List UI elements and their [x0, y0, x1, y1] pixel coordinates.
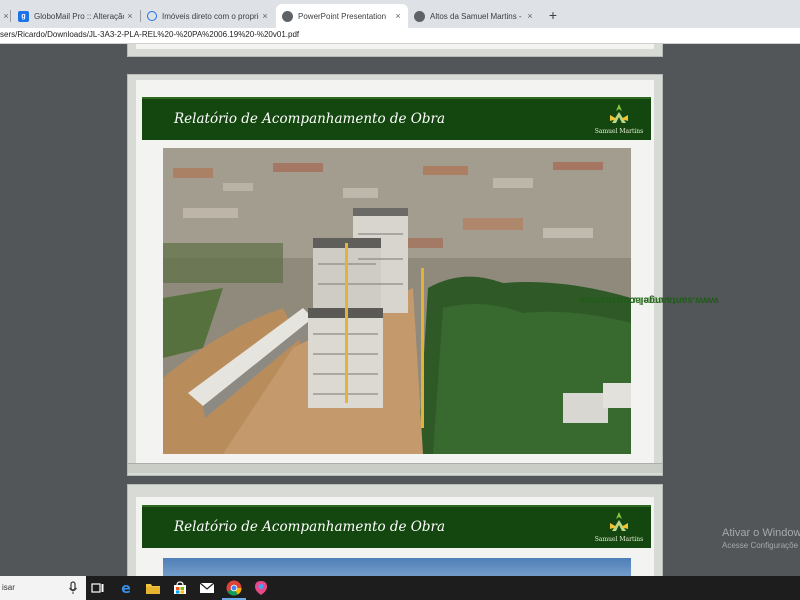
construction-aerial-photo: [163, 148, 631, 454]
tab-title: GloboMail Pro :: Alteração de se: [34, 11, 124, 21]
report-title: Relatório de Acompanhamento de Obra: [174, 519, 446, 535]
construction-photo-partial: [163, 558, 631, 576]
taskbar-search-box[interactable]: isar: [0, 576, 86, 600]
svg-text:e: e: [121, 581, 131, 596]
file-explorer-icon[interactable]: [144, 579, 162, 597]
tab-title: Imóveis direto com o proprietári: [162, 11, 259, 21]
edge-icon[interactable]: e: [117, 579, 135, 597]
tab-title: Altos da Samuel Martins - Santa: [430, 11, 524, 21]
tab-powerpoint-presentation[interactable]: PowerPoint Presentation ×: [276, 4, 408, 28]
address-bar[interactable]: sers/Ricardo/Downloads/JL-3A3-2-PLA-REL%…: [0, 28, 800, 44]
report-banner: Relatório de Acompanhamento de Obra Samu…: [142, 505, 651, 548]
close-icon[interactable]: ×: [392, 11, 404, 21]
search-placeholder: isar: [2, 583, 15, 592]
task-view-icon[interactable]: [89, 579, 107, 597]
tab-globomail[interactable]: g GloboMail Pro :: Alteração de se ×: [12, 4, 140, 28]
tab-altos-samuel-martins[interactable]: Altos da Samuel Martins - Santa ×: [408, 4, 540, 28]
url-text[interactable]: sers/Ricardo/Downloads/JL-3A3-2-PLA-REL%…: [0, 30, 299, 39]
website-vertical-text: www.santaangelaconstrutora .com.br: [579, 155, 718, 445]
website-suffix: .com.br: [632, 294, 666, 306]
logo-icon: [610, 512, 628, 531]
page-footer-band: [128, 463, 662, 473]
logo-text: Samuel Martins: [594, 128, 644, 135]
windows-taskbar: isar e: [0, 576, 800, 600]
microphone-icon[interactable]: [68, 581, 78, 595]
samuel-martins-logo: Samuel Martins: [593, 510, 645, 546]
browser-tab-strip: × g GloboMail Pro :: Alteração de se × I…: [0, 0, 800, 28]
close-icon[interactable]: ×: [259, 11, 271, 21]
page-body: [136, 44, 654, 49]
chrome-icon[interactable]: [222, 579, 246, 600]
tab-title: PowerPoint Presentation: [298, 11, 387, 21]
samuel-martins-logo: Samuel Martins: [593, 102, 645, 138]
windows-activation-watermark: Ativar o Window Acesse Configuraçõe: [722, 527, 800, 550]
globomail-icon: g: [18, 10, 29, 22]
store-icon[interactable]: [171, 579, 189, 597]
tab-separator: [10, 10, 11, 22]
close-icon[interactable]: ×: [524, 11, 536, 21]
report-title: Relatório de Acompanhamento de Obra: [174, 111, 446, 127]
globe-icon: [282, 10, 293, 22]
pdf-viewer[interactable]: Relatório de Acompanhamento de Obra Samu…: [0, 44, 800, 576]
close-icon[interactable]: ×: [124, 11, 136, 21]
new-tab-button[interactable]: +: [544, 6, 562, 24]
tab-imoveis[interactable]: Imóveis direto com o proprietári ×: [141, 4, 275, 28]
pdf-page-previous: [127, 44, 663, 57]
report-banner: Relatório de Acompanhamento de Obra Samu…: [142, 97, 651, 140]
imoveis-icon: [147, 11, 157, 21]
pdf-page: Relatório de Acompanhamento de Obra Samu…: [127, 74, 719, 476]
globe-icon: [414, 10, 425, 22]
maps-icon[interactable]: [252, 579, 270, 597]
watermark-line2: Acesse Configuraçõe: [722, 541, 799, 550]
mail-icon[interactable]: [198, 579, 216, 597]
logo-text: Samuel Martins: [594, 536, 644, 543]
watermark-line1: Ativar o Window: [722, 527, 800, 539]
logo-icon: [610, 104, 628, 123]
pdf-page-next: Relatório de Acompanhamento de Obra Samu…: [127, 484, 663, 576]
